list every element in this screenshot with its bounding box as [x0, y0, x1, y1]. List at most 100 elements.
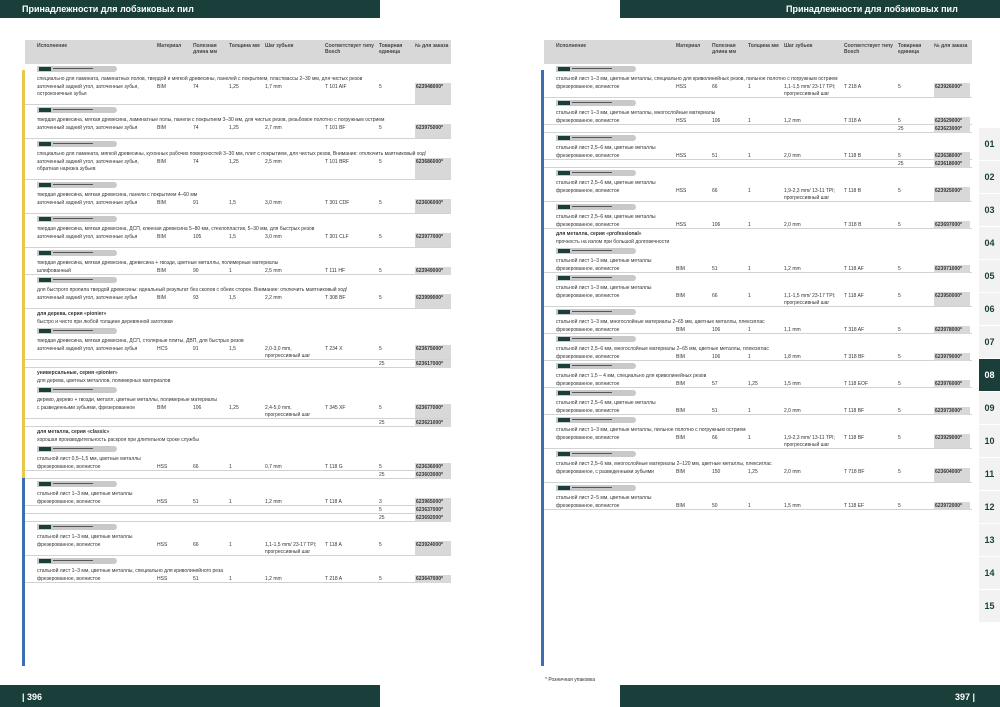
- table-cell: 1,2 mm: [265, 499, 282, 505]
- section-tab[interactable]: 01: [979, 128, 1000, 161]
- blade-image: [544, 246, 972, 257]
- blade-tag: [39, 559, 51, 563]
- table-cell: 66: [712, 435, 718, 441]
- right-table: Исполнение Материал Полезная длина мм Толщи…: [544, 40, 972, 510]
- section-tab[interactable]: 13: [979, 524, 1000, 557]
- blade-description: стальной лист 0,5–1,5 мм, цветные металл…: [37, 456, 141, 462]
- section-tab[interactable]: 03: [979, 194, 1000, 227]
- order-number: 623973000*: [934, 407, 970, 415]
- table-cell: BIM: [676, 503, 685, 509]
- column-header: № для заказа: [934, 43, 968, 49]
- order-number: 623965000*: [415, 498, 451, 506]
- table-row: заточенный задний угол, заточенные зубья…: [25, 158, 451, 180]
- blade-text: [53, 389, 93, 390]
- table-cell: фрезерованное, волнистое: [37, 542, 101, 548]
- section-tab[interactable]: 06: [979, 293, 1000, 326]
- column-header: № для заказа: [415, 43, 449, 49]
- blade-tag: [558, 249, 570, 253]
- table-row: заточенный задний угол, заточенные зубья…: [25, 294, 451, 309]
- blade-tag: [558, 310, 570, 314]
- order-number: 623929000*: [934, 434, 970, 448]
- section-tab[interactable]: 09: [979, 392, 1000, 425]
- table-cell: T 118 EF: [844, 503, 865, 509]
- blade-tag: [39, 447, 51, 451]
- table-cell: T 345 XF: [325, 405, 346, 411]
- blade-description: стальной лист 2,5–6 мм, цветные металлы: [556, 214, 656, 220]
- table-cell: 5: [379, 268, 382, 274]
- blade-description: стальной лист 1–3 мм, цветные металлы, с…: [37, 568, 224, 574]
- blade-description: твердая древесина, мягкая древесина, пан…: [37, 192, 198, 198]
- table-cell: фрезерованное, волнистое: [556, 381, 620, 387]
- blade-icon: [37, 141, 117, 147]
- left-table: Исполнение Материал Полезная длина мм Толщи…: [25, 40, 451, 583]
- table-cell: T 301 CDF: [325, 200, 350, 206]
- table-cell: 1: [229, 268, 232, 274]
- table-cell: T 118 B: [844, 188, 862, 194]
- table-cell: 2,5 mm: [265, 268, 282, 274]
- table-cell: 1,25: [229, 405, 239, 411]
- table-cell: заточенный задний угол, заточенные зубья: [37, 234, 138, 240]
- section-tab[interactable]: 07: [979, 326, 1000, 359]
- column-header: Материал: [157, 43, 182, 49]
- blade-text: [572, 206, 612, 207]
- blade-description: стальной лист 1–3 мм, цветные металлы: [556, 258, 652, 264]
- table-cell: HSS: [157, 464, 168, 470]
- table-cell: T 118 AF: [844, 293, 864, 299]
- category-subtitle: быстро и чисто при любой толщине деревян…: [37, 319, 173, 325]
- section-tab[interactable]: 10: [979, 425, 1000, 458]
- section-tab[interactable]: 14: [979, 557, 1000, 590]
- table-cell: 66: [193, 464, 199, 470]
- table-row: фрезерованное, волнистое BIM 66 1 1,9-2,3 mm…: [544, 434, 972, 449]
- category-subtitle: для дерева, цветных металлов, полимерных…: [37, 378, 171, 384]
- table-cell: 2,2 mm: [265, 295, 282, 301]
- section-tab[interactable]: 02: [979, 161, 1000, 194]
- order-number: 623647000*: [415, 575, 451, 583]
- blade-description: стальной лист 2–5 мм, цветные металлы: [556, 495, 652, 501]
- table-cell: HSS: [676, 84, 687, 90]
- blade-text: [53, 143, 93, 144]
- table-row: фрезерованное, волнистое HSS 66 1 0,7 mm T 11…: [25, 463, 451, 471]
- section-tab[interactable]: 15: [979, 590, 1000, 623]
- table-cell: 2,5 mm: [265, 159, 282, 165]
- blade-tag: [39, 142, 51, 146]
- order-number: 623629000*: [934, 117, 970, 125]
- table-cell: 1,5 mm: [784, 381, 801, 387]
- section-tab[interactable]: 11: [979, 458, 1000, 491]
- section-tab[interactable]: 05: [979, 260, 1000, 293]
- blade-tag: [558, 101, 570, 105]
- blade-description: стальной лист 1–3 мм, многослойные матер…: [556, 319, 765, 325]
- table-cell: T 308 BF: [325, 295, 346, 301]
- table-cell: T 118 A: [325, 542, 342, 548]
- category-subtitle: хорошая производительность раскроя при д…: [37, 437, 199, 443]
- table-cell: 1,7 mm: [265, 84, 282, 90]
- table-cell: 5: [898, 354, 901, 360]
- table-row: заточенный задний угол, заточенные зубья…: [25, 83, 451, 105]
- blade-image: [25, 214, 451, 225]
- blade-tag: [558, 171, 570, 175]
- order-number: 623925000*: [934, 187, 970, 201]
- table-row: заточенный задний угол, заточенные зубья…: [25, 233, 451, 248]
- table-cell: 51: [712, 266, 718, 272]
- blade-text: [53, 560, 93, 561]
- section-tab[interactable]: 04: [979, 227, 1000, 260]
- table-cell: 1: [748, 435, 751, 441]
- order-number: 623677000*: [415, 404, 451, 418]
- table-cell: 2,4-5,0 mm, прогрессивный шаг: [265, 405, 311, 418]
- table-cell: BIM: [157, 125, 166, 131]
- table-cell: 66: [712, 84, 718, 90]
- table-cell: 90: [193, 268, 199, 274]
- table-cell: T 101 BRF: [325, 159, 350, 165]
- table-cell: 66: [193, 542, 199, 548]
- blade-text: [572, 365, 612, 366]
- table-cell: BIM: [157, 234, 166, 240]
- blade-icon: [37, 182, 117, 188]
- blade-icon: [556, 485, 636, 491]
- category-title: для дерева, серия «pionier»: [37, 311, 107, 317]
- section-tab[interactable]: 08: [979, 359, 1000, 392]
- blade-tag: [39, 217, 51, 221]
- section-tab[interactable]: 12: [979, 491, 1000, 524]
- blade-text: [572, 102, 612, 103]
- blade-image: [25, 248, 451, 259]
- table-cell: фрезерованное, волнистое: [556, 222, 620, 228]
- table-row: фрезерованное, волнистое BIM 106 1 1,8 mm T 3…: [544, 353, 972, 361]
